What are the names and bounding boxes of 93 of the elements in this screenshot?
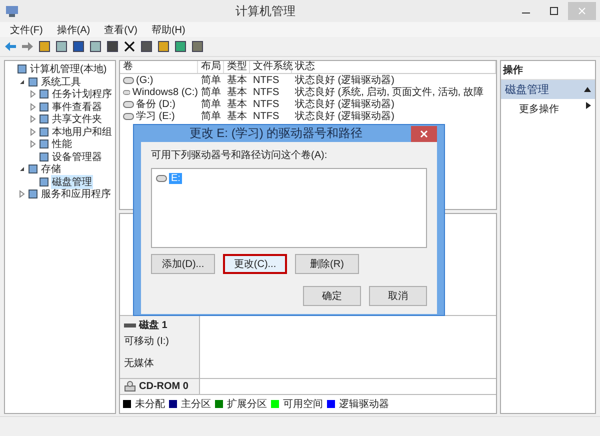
legend-label: 逻辑驱动器 <box>339 398 389 411</box>
table-cell-text: 简单 <box>201 110 221 123</box>
ok-button[interactable]: 确定 <box>303 286 361 306</box>
close-icon <box>578 7 586 15</box>
table-cell: (G:) <box>136 74 154 86</box>
collapsed-triangle-icon[interactable] <box>29 140 37 148</box>
disk-name: CD-ROM 0 <box>139 381 188 392</box>
dialog-button[interactable]: 删除(R) <box>295 254 359 274</box>
legend-label: 可用空间 <box>283 398 323 411</box>
collapsed-triangle-icon[interactable] <box>29 128 37 136</box>
back-arrow-icon[interactable] <box>4 40 17 53</box>
tree-item[interactable]: 共享文件夹 <box>51 112 103 126</box>
drive-icon <box>156 175 167 182</box>
tree-item[interactable]: 设备管理器 <box>51 150 103 164</box>
table-cell-text: 基本 <box>227 110 247 123</box>
drive-icon <box>123 88 130 96</box>
tree-item[interactable]: 磁盘管理 <box>51 174 93 189</box>
column-header[interactable]: 状态 <box>292 61 496 73</box>
column-header[interactable]: 文件系统 <box>250 61 292 73</box>
disk-name: 磁盘 1 <box>139 318 168 332</box>
tree-node-icon <box>28 76 38 87</box>
tree-item[interactable]: 存储 <box>40 162 62 176</box>
submenu-arrow-icon <box>586 102 591 109</box>
table-cell-text: 基本 <box>227 86 247 98</box>
table-cell-text: 状态良好 (逻辑驱动器) <box>295 98 394 110</box>
cd-drive-icon <box>124 381 136 392</box>
maximize-icon <box>550 7 558 15</box>
close-icon <box>420 130 428 138</box>
table-cell-text: 备份 (D:) <box>136 98 176 111</box>
table-cell: NTFS <box>253 86 280 98</box>
table-cell: NTFS <box>253 74 280 86</box>
tree-item[interactable]: 计算机管理(本地) <box>29 62 108 76</box>
table-cell: NTFS <box>253 98 280 110</box>
expanded-triangle-icon[interactable] <box>18 165 26 174</box>
tree-node-icon <box>39 152 49 162</box>
tree-item[interactable]: 事件查看器 <box>51 100 103 114</box>
tree-node-icon <box>17 64 27 74</box>
collapsed-triangle-icon[interactable] <box>29 102 37 111</box>
table-cell-text: 简单 <box>201 74 221 86</box>
tree-node-icon <box>28 164 38 174</box>
table-cell: Windows8 (C:) <box>132 86 198 98</box>
table-cell-text: 简单 <box>201 86 221 98</box>
tree-node-icon <box>39 176 49 187</box>
forward-arrow-icon[interactable] <box>21 40 34 53</box>
table-cell-text: 基本 <box>227 98 247 110</box>
window-title: 计算机管理 <box>234 2 296 20</box>
actions-section-header[interactable]: 磁盘管理 <box>501 80 595 99</box>
tree-item[interactable]: 服务和应用程序 <box>40 187 112 202</box>
dialog-prompt: 可用下列驱动器号和路径访问这个卷(A): <box>151 148 328 162</box>
tree-node-icon <box>39 114 49 124</box>
action-item[interactable]: 更多操作 <box>501 99 595 119</box>
drive-icon <box>123 112 134 120</box>
close-button[interactable] <box>411 126 437 142</box>
collapsed-triangle-icon[interactable] <box>18 190 26 198</box>
tree-node-icon <box>39 102 49 112</box>
tree-node-icon <box>39 89 49 100</box>
disk-detail: 可移动 (I:) <box>124 335 170 348</box>
drive-icon <box>123 100 134 108</box>
cancel-button[interactable]: 取消 <box>369 286 427 306</box>
delete-icon[interactable] <box>123 40 136 53</box>
column-header[interactable]: 卷 <box>120 61 198 73</box>
tree-node-icon <box>39 126 49 137</box>
app-icon <box>5 4 19 18</box>
table-cell-text: 状态良好 (系统, 启动, 页面文件, 活动, 故障 <box>295 86 484 98</box>
menu-item[interactable]: 帮助(H) <box>151 22 186 36</box>
legend-label: 扩展分区 <box>227 398 267 411</box>
tree-item[interactable]: 系统工具 <box>40 74 82 89</box>
dialog-button[interactable]: 添加(D)... <box>151 254 215 274</box>
menu-item[interactable]: 操作(A) <box>56 22 90 36</box>
tree-item[interactable]: 性能 <box>51 137 73 152</box>
tree-node-icon <box>39 139 49 150</box>
table-cell-text: 基本 <box>227 74 247 86</box>
column-header[interactable]: 布局 <box>198 61 224 73</box>
menu-item[interactable]: 查看(V) <box>104 22 138 36</box>
table-cell-text: 学习 (E:) <box>136 110 175 123</box>
column-header[interactable]: 类型 <box>224 61 250 73</box>
tree-item[interactable]: 任务计划程序 <box>51 87 113 102</box>
tree-node-icon <box>28 189 38 200</box>
drive-icon <box>123 76 134 84</box>
legend-label: 主分区 <box>181 398 211 411</box>
menu-item[interactable]: 文件(F) <box>10 22 43 36</box>
dialog-title: 更改 E: (学习) 的驱动器号和路径 <box>188 125 364 142</box>
collapsed-triangle-icon[interactable] <box>29 115 37 124</box>
table-cell-text: 简单 <box>201 98 221 110</box>
legend-label: 未分配 <box>135 398 165 411</box>
tree-item[interactable]: 本地用户和组 <box>51 124 113 139</box>
table-cell-text: 状态良好 (逻辑驱动器) <box>295 110 394 123</box>
dialog-button[interactable]: 更改(C)... <box>223 254 287 274</box>
expanded-triangle-icon[interactable] <box>18 78 26 86</box>
disk-detail: 无媒体 <box>124 357 155 370</box>
collapsed-triangle-icon[interactable] <box>29 90 37 98</box>
table-cell: NTFS <box>253 110 280 122</box>
table-cell-text: 状态良好 (逻辑驱动器) <box>295 74 394 86</box>
